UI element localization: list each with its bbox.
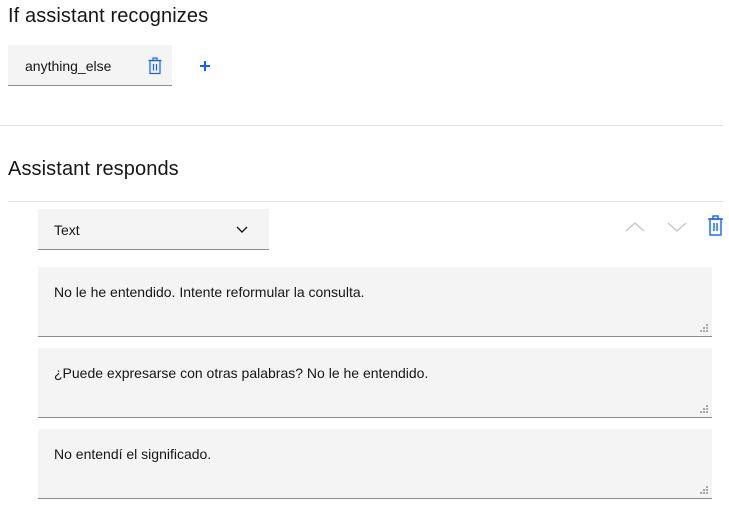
section-divider [0, 125, 723, 126]
chevron-down-icon[interactable] [666, 219, 688, 235]
resize-grip-icon[interactable] [698, 484, 709, 495]
trash-icon[interactable] [147, 57, 163, 75]
response-variation-textarea[interactable]: No le he entendido. Intente reformular l… [38, 267, 712, 337]
response-variation-textarea[interactable]: ¿Puede expresarse con otras palabras? No… [38, 348, 712, 418]
response-variation-text: No le he entendido. Intente reformular l… [54, 284, 365, 300]
response-divider [8, 201, 723, 202]
chevron-down-icon [236, 226, 248, 233]
response-type-dropdown[interactable]: Text [38, 209, 269, 250]
recognizes-section-title: If assistant recognizes [8, 5, 209, 27]
response-type-value: Text [54, 222, 80, 238]
condition-chip[interactable]: anything_else [8, 45, 172, 86]
chevron-up-icon[interactable] [624, 219, 646, 235]
condition-label: anything_else [25, 58, 112, 74]
trash-icon[interactable] [707, 215, 724, 236]
resize-grip-icon[interactable] [698, 322, 709, 333]
resize-grip-icon[interactable] [698, 403, 709, 414]
response-variation-text: ¿Puede expresarse con otras palabras? No… [54, 365, 429, 381]
response-variation-textarea[interactable]: No entendí el significado. [38, 429, 712, 499]
responds-section-title: Assistant responds [8, 158, 179, 180]
response-variation-text: No entendí el significado. [54, 446, 212, 462]
add-condition-button[interactable] [193, 54, 217, 78]
